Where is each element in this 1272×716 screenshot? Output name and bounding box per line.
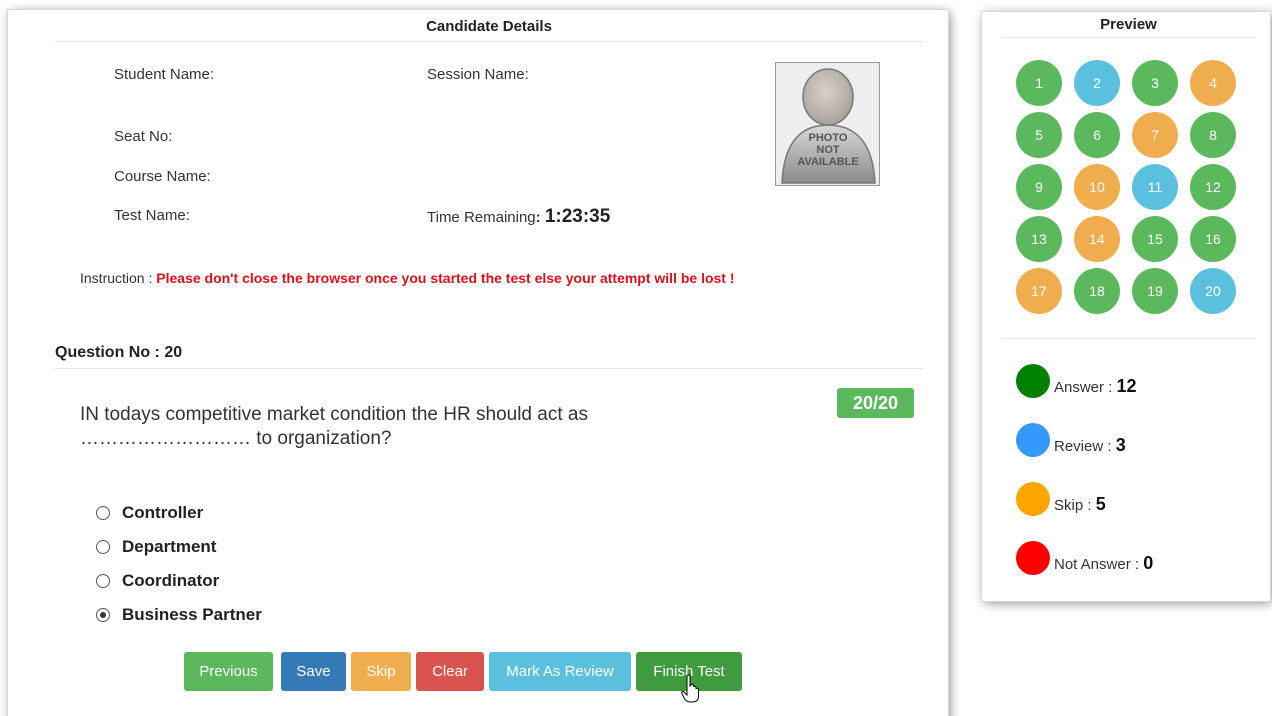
test-name-label: Test Name: bbox=[114, 207, 190, 224]
progress-badge: 20/20 bbox=[837, 388, 914, 418]
question-circle-12[interactable]: 12 bbox=[1190, 164, 1236, 210]
question-circle-15[interactable]: 15 bbox=[1132, 216, 1178, 262]
candidate-details-title: Candidate Details bbox=[55, 18, 923, 42]
candidate-panel: Candidate Details Student Name: Session … bbox=[8, 10, 948, 716]
radio-button[interactable] bbox=[96, 574, 110, 588]
photo-text-line1: PHOTO bbox=[809, 132, 848, 144]
skip-count: 5 bbox=[1095, 494, 1106, 514]
option-controller[interactable]: Controller bbox=[96, 496, 262, 530]
not-answer-count: 0 bbox=[1143, 553, 1154, 573]
question-circle-18[interactable]: 18 bbox=[1074, 268, 1120, 314]
legend-review-label: Review : bbox=[1054, 438, 1116, 455]
instruction: Instruction : Please don't close the bro… bbox=[80, 270, 735, 286]
answer-options: Controller Department Coordinator Busine… bbox=[96, 496, 262, 632]
legend-not-answer-text: Not Answer : 0 bbox=[1054, 553, 1153, 574]
legend-skip-label: Skip : bbox=[1054, 497, 1096, 514]
question-circle-2[interactable]: 2 bbox=[1074, 60, 1120, 106]
legend-review-text: Review : 3 bbox=[1054, 435, 1126, 456]
preview-panel: Preview 1 2 3 4 5 6 7 8 9 10 11 12 13 14 15 16 17 18 19 20 … bbox=[982, 12, 1270, 601]
question-text: IN todays competitive market condition t… bbox=[80, 403, 680, 451]
previous-button[interactable]: Previous bbox=[184, 652, 273, 691]
radio-button[interactable] bbox=[96, 506, 110, 520]
legend-skip-text: Skip : 5 bbox=[1054, 494, 1106, 515]
option-label: Department bbox=[122, 537, 217, 556]
option-label: Business Partner bbox=[122, 605, 262, 624]
photo-placeholder-icon: PHOTO NOT AVAILABLE bbox=[776, 63, 879, 185]
radio-button[interactable] bbox=[96, 540, 110, 554]
option-label: Coordinator bbox=[122, 571, 220, 590]
time-remaining-label: Time Remaining bbox=[427, 209, 536, 226]
review-dot bbox=[1016, 423, 1050, 457]
question-circle-5[interactable]: 5 bbox=[1016, 112, 1062, 158]
skip-dot bbox=[1016, 482, 1050, 516]
question-circle-7[interactable]: 7 bbox=[1132, 112, 1178, 158]
option-department[interactable]: Department bbox=[96, 530, 262, 564]
question-circle-17[interactable]: 17 bbox=[1016, 268, 1062, 314]
question-circle-10[interactable]: 10 bbox=[1074, 164, 1120, 210]
time-remaining: Time Remaining: 1:23:35 bbox=[427, 206, 610, 228]
time-remaining-value: 1:23:35 bbox=[544, 206, 611, 227]
question-circle-20[interactable]: 20 bbox=[1190, 268, 1236, 314]
question-circle-14[interactable]: 14 bbox=[1074, 216, 1120, 262]
legend-not-answer-label: Not Answer : bbox=[1054, 556, 1144, 573]
photo-text-line3: AVAILABLE bbox=[797, 156, 858, 168]
question-circle-4[interactable]: 4 bbox=[1190, 60, 1236, 106]
course-name-label: Course Name: bbox=[114, 168, 211, 185]
review-count: 3 bbox=[1115, 435, 1126, 455]
not-answer-dot bbox=[1016, 541, 1050, 575]
time-remaining-separator: : bbox=[535, 209, 545, 226]
question-circle-8[interactable]: 8 bbox=[1190, 112, 1236, 158]
hand-pointer-icon bbox=[681, 674, 699, 703]
instruction-warning: Please don't close the browser once you … bbox=[156, 270, 735, 286]
question-text-line1: IN todays competitive market condition t… bbox=[80, 404, 588, 425]
preview-title: Preview bbox=[1002, 16, 1255, 38]
answer-dot bbox=[1016, 364, 1050, 398]
clear-button[interactable]: Clear bbox=[416, 652, 484, 691]
photo-text-line2: NOT bbox=[816, 144, 840, 156]
session-name-label: Session Name: bbox=[427, 66, 529, 83]
candidate-photo: PHOTO NOT AVAILABLE bbox=[775, 62, 880, 186]
answer-count: 12 bbox=[1116, 376, 1137, 396]
option-coordinator[interactable]: Coordinator bbox=[96, 564, 262, 598]
preview-divider bbox=[1002, 338, 1255, 339]
mark-as-review-button[interactable]: Mark As Review bbox=[489, 652, 631, 691]
question-circle-13[interactable]: 13 bbox=[1016, 216, 1062, 262]
option-label: Controller bbox=[122, 503, 204, 522]
question-circle-6[interactable]: 6 bbox=[1074, 112, 1120, 158]
student-name-label: Student Name: bbox=[114, 66, 215, 83]
skip-button[interactable]: Skip bbox=[351, 652, 411, 691]
question-circle-9[interactable]: 9 bbox=[1016, 164, 1062, 210]
legend-answer-label: Answer : bbox=[1054, 379, 1117, 396]
radio-button-selected[interactable] bbox=[96, 608, 110, 622]
question-circle-3[interactable]: 3 bbox=[1132, 60, 1178, 106]
legend-answer-text: Answer : 12 bbox=[1054, 376, 1137, 397]
question-number: Question No : 20 bbox=[55, 344, 923, 369]
question-circle-19[interactable]: 19 bbox=[1132, 268, 1178, 314]
question-text-line2: ……………………… to organization? bbox=[80, 428, 392, 449]
question-circle-16[interactable]: 16 bbox=[1190, 216, 1236, 262]
save-button[interactable]: Save bbox=[281, 652, 346, 691]
question-circle-11[interactable]: 11 bbox=[1132, 164, 1178, 210]
question-circle-1[interactable]: 1 bbox=[1016, 60, 1062, 106]
option-business-partner[interactable]: Business Partner bbox=[96, 598, 262, 632]
seat-no-label: Seat No: bbox=[114, 128, 173, 145]
instruction-label: Instruction : bbox=[80, 270, 157, 286]
